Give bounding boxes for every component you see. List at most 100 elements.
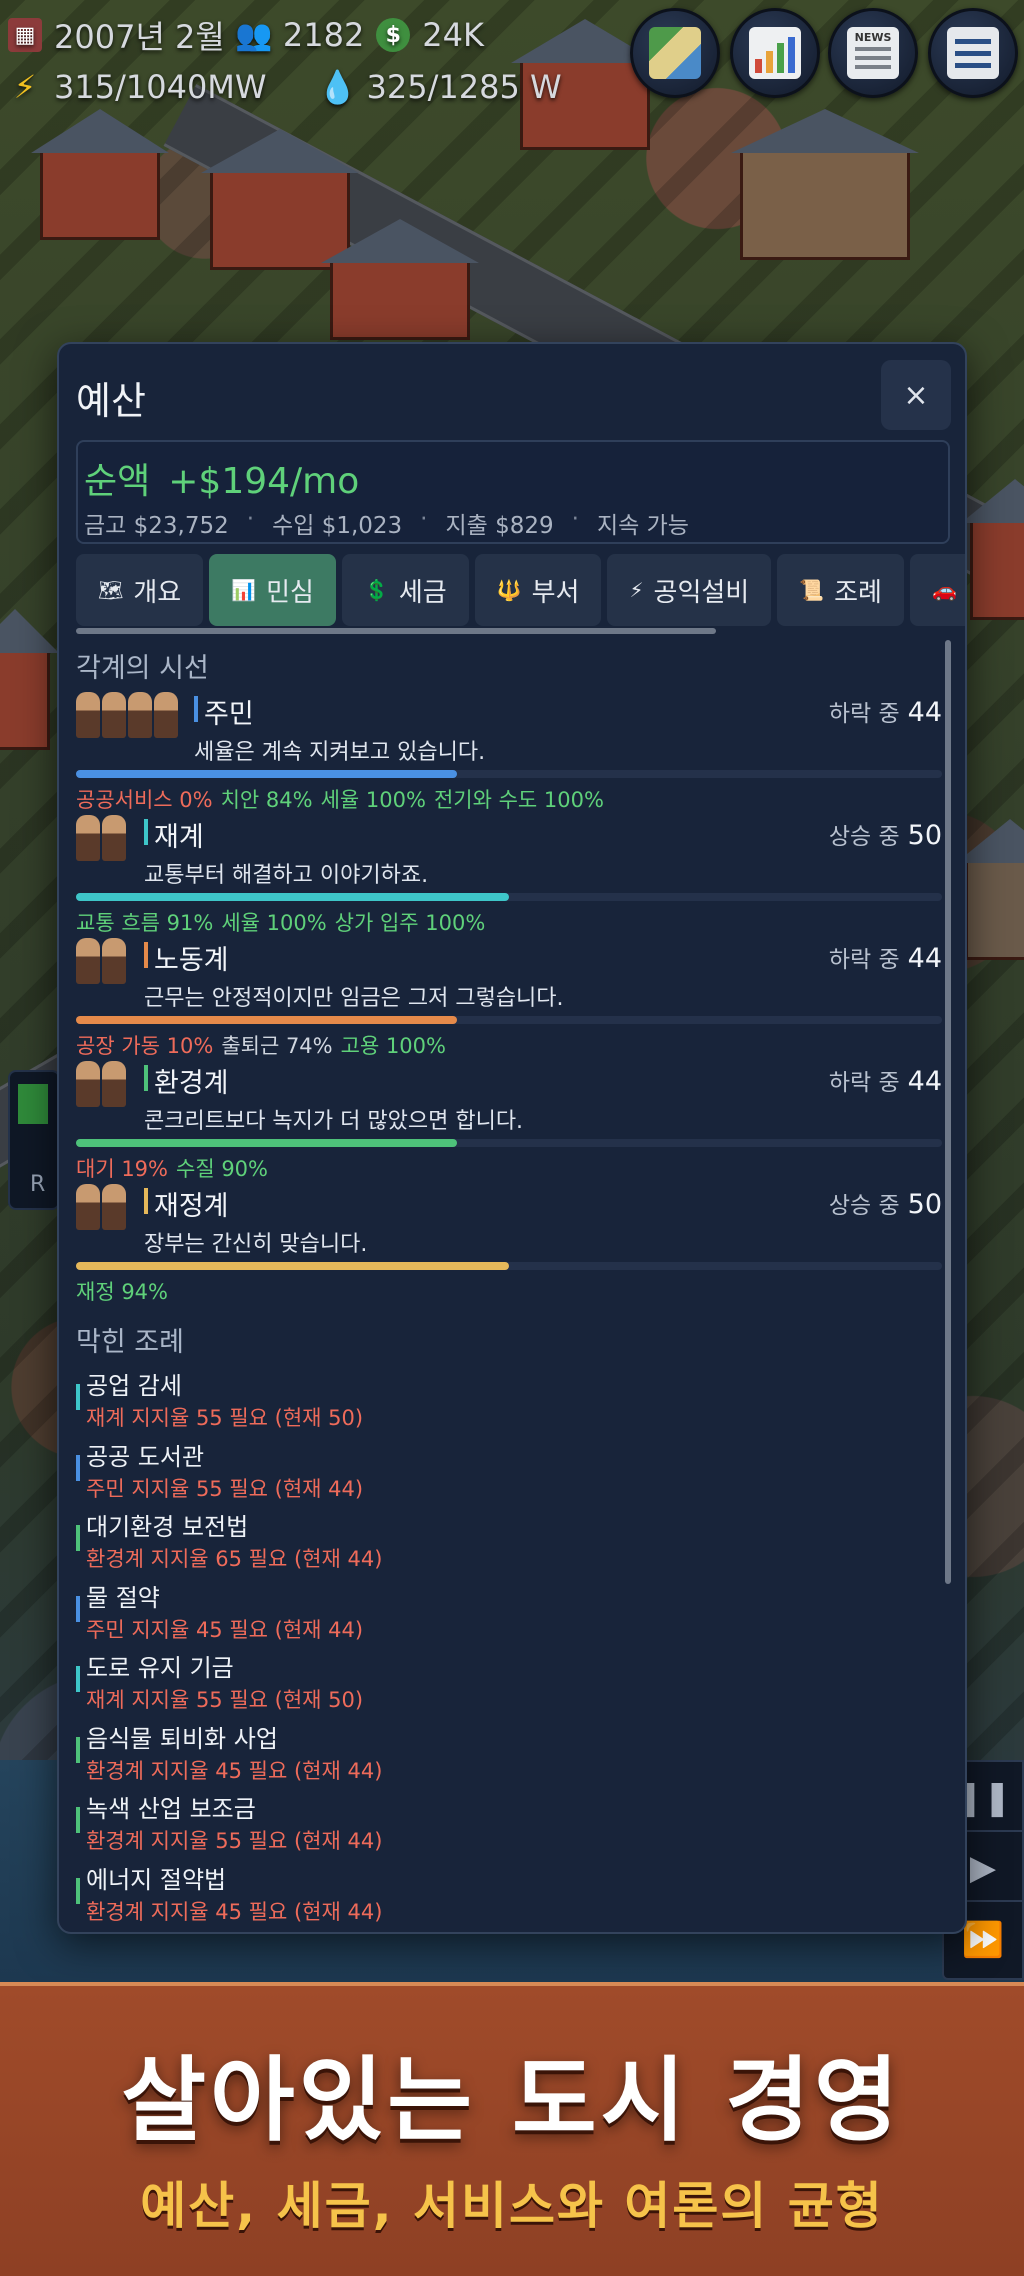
trend-label: 하락 중 (828, 947, 900, 973)
faction-name: 환경계 (144, 1061, 229, 1100)
ordinance-requirement: 환경계 지지율 55 필요 (현재 44) (86, 1829, 383, 1853)
faction-trend: 하락 중 44 (829, 940, 942, 974)
faction-color-marker (76, 1525, 80, 1551)
approval-score: 50 (907, 820, 942, 851)
faction-row[interactable]: 주민 세율은 계속 지켜보고 있습니다. 하락 중 44 공공서비스 0% 치안 84% 세… (76, 690, 942, 812)
tab-bar: 🗺 개요 📊 민심 💲 세금 🔱 부서 ⚡ 공익설비 📜 조례 🚗차 (76, 554, 965, 628)
banner-subline: 예산, 세금, 서비스와 여론의 균형 (140, 2177, 884, 2235)
approval-score: 44 (907, 697, 942, 728)
tab-4[interactable]: ⚡ 공익설비 (607, 554, 772, 626)
list-icon (947, 27, 999, 79)
tab-label: 세금 (398, 577, 447, 608)
news-button[interactable]: NEWS (828, 8, 918, 98)
building (740, 150, 910, 260)
factor: 재정 94% (76, 1280, 168, 1304)
hud-stats-row: ▦ 2007년 2월 👥 2182 $ 24K (8, 12, 484, 58)
ordinance-name: 물 절약 (86, 1583, 160, 1612)
faction-portrait (76, 1061, 126, 1107)
blocked-ordinance[interactable]: 공업 감세 재계 지지율 55 필요 (현재 50) (76, 1366, 936, 1436)
faction-color-marker (76, 1595, 80, 1622)
faction-trend: 상승 중 50 (829, 817, 942, 851)
factor: 교통 흐름 91% (76, 911, 214, 935)
building (970, 520, 1024, 620)
blocked-ordinance[interactable]: 공공 도서관 주민 지지율 55 필요 (현재 44) (76, 1437, 936, 1507)
trend-label: 하락 중 (828, 701, 900, 727)
ordinance-requirement: 환경계 지지율 45 필요 (현재 44) (86, 1899, 383, 1924)
faction-factors: 교통 흐름 91% 세율 100% 상가 입주 100% (76, 907, 485, 937)
tab-scrollbar[interactable] (76, 628, 716, 634)
blocked-ordinance[interactable]: 에너지 절약법 환경계 지지율 45 필요 (현재 44) (76, 1860, 936, 1930)
tab-5[interactable]: 📜 조례 (777, 554, 904, 626)
blocked-ordinance[interactable]: 음식물 퇴비화 사업 환경계 지지율 45 필요 (현재 44) (76, 1719, 936, 1789)
building (210, 170, 350, 270)
faction-quote: 콘크리트보다 녹지가 더 많았으면 합니다. (144, 1109, 524, 1134)
blocked-ordinance[interactable]: 도로 유지 기금 재계 지지율 55 필요 (현재 50) (76, 1648, 936, 1718)
ordinance-name: 공업 감세 (86, 1372, 182, 1400)
approval-bar-fill (76, 1139, 457, 1147)
tab-icon: ⚡ (629, 578, 644, 602)
factor: 세율 100% (320, 788, 426, 812)
hud-date: 2007년 2월 (54, 18, 225, 56)
chart-button[interactable] (730, 8, 820, 98)
approval-bar (76, 1016, 942, 1024)
tab-2[interactable]: 💲 세금 (341, 554, 469, 626)
faction-row[interactable]: 재정계 장부는 간신히 맞습니다. 상승 중 50 재정 94% (76, 1182, 942, 1304)
faction-name: 재계 (144, 815, 204, 854)
blocked-ordinance[interactable]: 대기환경 보전법환경계 지지율 65 필요 (현재 44) (76, 1507, 936, 1577)
blocked-ordinance[interactable]: 녹색 산업 보조금환경계 지지율 55 필요 (현재 44) (76, 1789, 936, 1859)
budget-status: 지속 가능 (596, 513, 689, 539)
ordinance-requirement: 환경계 지지율 65 필요 (현재 44) (86, 1547, 383, 1571)
factor: 대기 19% (76, 1157, 168, 1181)
close-button[interactable]: × (881, 360, 951, 430)
faction-row[interactable]: 재계 교통부터 해결하고 이야기하죠. 상승 중 50 교통 흐름 91% 세율 100%… (76, 813, 942, 935)
side-panel-fragment[interactable]: R (8, 1070, 60, 1210)
tab-label: 조례 (834, 577, 882, 608)
tab-3[interactable]: 🔱 부서 (474, 554, 602, 626)
hud-water: 325/1285 W (366, 68, 562, 106)
tab-label: 개요 (133, 577, 182, 608)
approval-bar (76, 770, 942, 778)
tab-icon: 🚗 (931, 578, 957, 602)
trend-label: 상승 중 (828, 824, 900, 850)
panel-scrollbar[interactable] (945, 640, 951, 1584)
income: 수입 $1,023 (272, 513, 403, 539)
faction-name: 노동계 (144, 938, 229, 977)
hud-utilities-row: ⚡ 315/1040MW 💧 325/1285 W (8, 68, 562, 106)
tab-icon: 📜 (799, 578, 825, 602)
ordinance-name: 녹색 산업 보조금 (86, 1795, 256, 1823)
faction-row[interactable]: 노동계 근무는 안정적이지만 임금은 그저 그렇습니다. 하락 중 44 공장 가동 1… (76, 936, 942, 1058)
factor: 전기와 수도 100% (433, 788, 604, 812)
approval-score: 50 (907, 1189, 942, 1220)
faction-color-marker (76, 1736, 80, 1763)
factor: 출퇴근 74% (221, 1034, 333, 1058)
blocked-ordinance[interactable]: 물 절약 주민 지지율 45 필요 (현재 44) (76, 1578, 936, 1648)
approval-bar-fill (76, 1262, 509, 1270)
status-indicator (18, 1084, 48, 1124)
ordinance-name: 대기환경 보전법 (86, 1513, 249, 1541)
map-button[interactable] (630, 8, 720, 98)
menu-button[interactable] (928, 8, 1018, 98)
faction-row[interactable]: 환경계 콘크리트보다 녹지가 더 많았으면 합니다. 하락 중 44 대기 19% 수질 … (76, 1059, 942, 1181)
banner-headline: 살아있는 도시 경영 (121, 2047, 903, 2154)
panel-title: 예산 (76, 379, 146, 423)
net-income: 순액 +$194/mo (84, 452, 359, 504)
ordinance-requirement: 재계 지지율 55 필요 (현재 50) (86, 1688, 364, 1712)
tab-6[interactable]: 🚗차 (909, 554, 965, 626)
calendar-icon: ▦ (8, 18, 42, 52)
faction-color-marker (76, 1666, 80, 1692)
faction-quote: 근무는 안정적이지만 임금은 그저 그렇습니다. (144, 986, 564, 1011)
tab-0[interactable]: 🗺 개요 (76, 554, 204, 626)
tab-1[interactable]: 📊 민심 (209, 554, 336, 626)
factor: 세율 100% (221, 911, 327, 935)
faction-factors: 재정 94% (76, 1276, 168, 1306)
blocked-ordinances-header: 막힌 조례 (76, 1327, 184, 1358)
faction-portrait (76, 938, 126, 984)
approval-bar-fill (76, 770, 457, 778)
faction-quote: 장부는 간신히 맞습니다. (144, 1232, 368, 1257)
tab-label: 부서 (531, 577, 580, 608)
faction-factors: 대기 19% 수질 90% (76, 1153, 268, 1183)
faction-color-marker (76, 1807, 80, 1833)
power-icon: ⚡ (13, 68, 37, 106)
money-icon: $ (376, 18, 411, 52)
net-value: +$194/mo (168, 461, 360, 502)
